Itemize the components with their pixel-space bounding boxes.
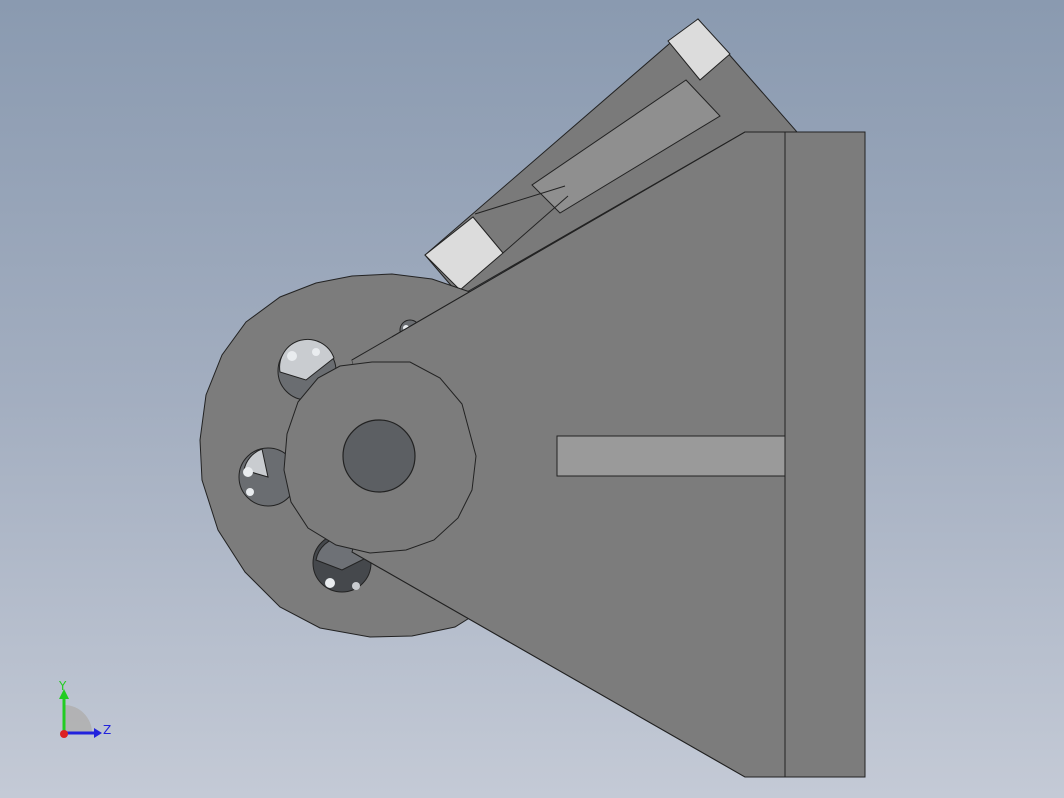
hub-boss[interactable] xyxy=(283,361,477,554)
bracket-rib[interactable] xyxy=(556,435,786,477)
triad-plane-quadrant xyxy=(64,705,92,733)
z-axis-arrow-icon xyxy=(94,728,102,738)
hub-bore xyxy=(342,419,416,493)
y-axis-label: Y xyxy=(58,679,67,693)
base-plate[interactable] xyxy=(784,131,866,778)
z-axis-label: Z xyxy=(103,723,111,737)
model-viewport[interactable]: Y Z xyxy=(0,0,1064,798)
orientation-triad[interactable]: Y Z xyxy=(58,679,111,738)
x-axis-dot-icon xyxy=(60,730,68,738)
